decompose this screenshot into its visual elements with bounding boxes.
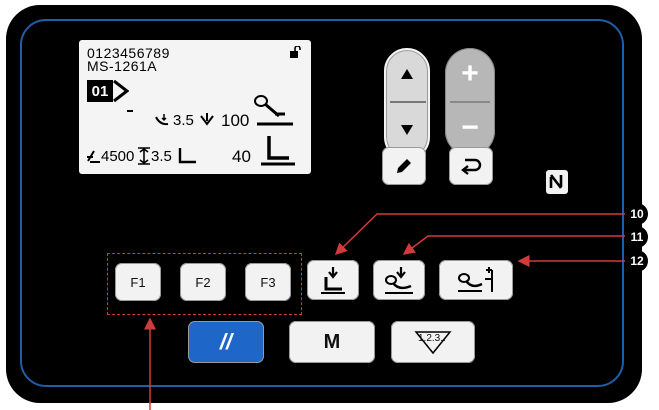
callout-12: 12 xyxy=(626,250,648,272)
callout-lines xyxy=(144,213,625,410)
callout-11-label: 11 xyxy=(630,230,644,244)
callout-11: 11 xyxy=(626,226,648,248)
callout-12-label: 12 xyxy=(630,254,644,268)
callout-10-label: 10 xyxy=(630,207,644,221)
callout-10: 10 xyxy=(626,203,648,225)
